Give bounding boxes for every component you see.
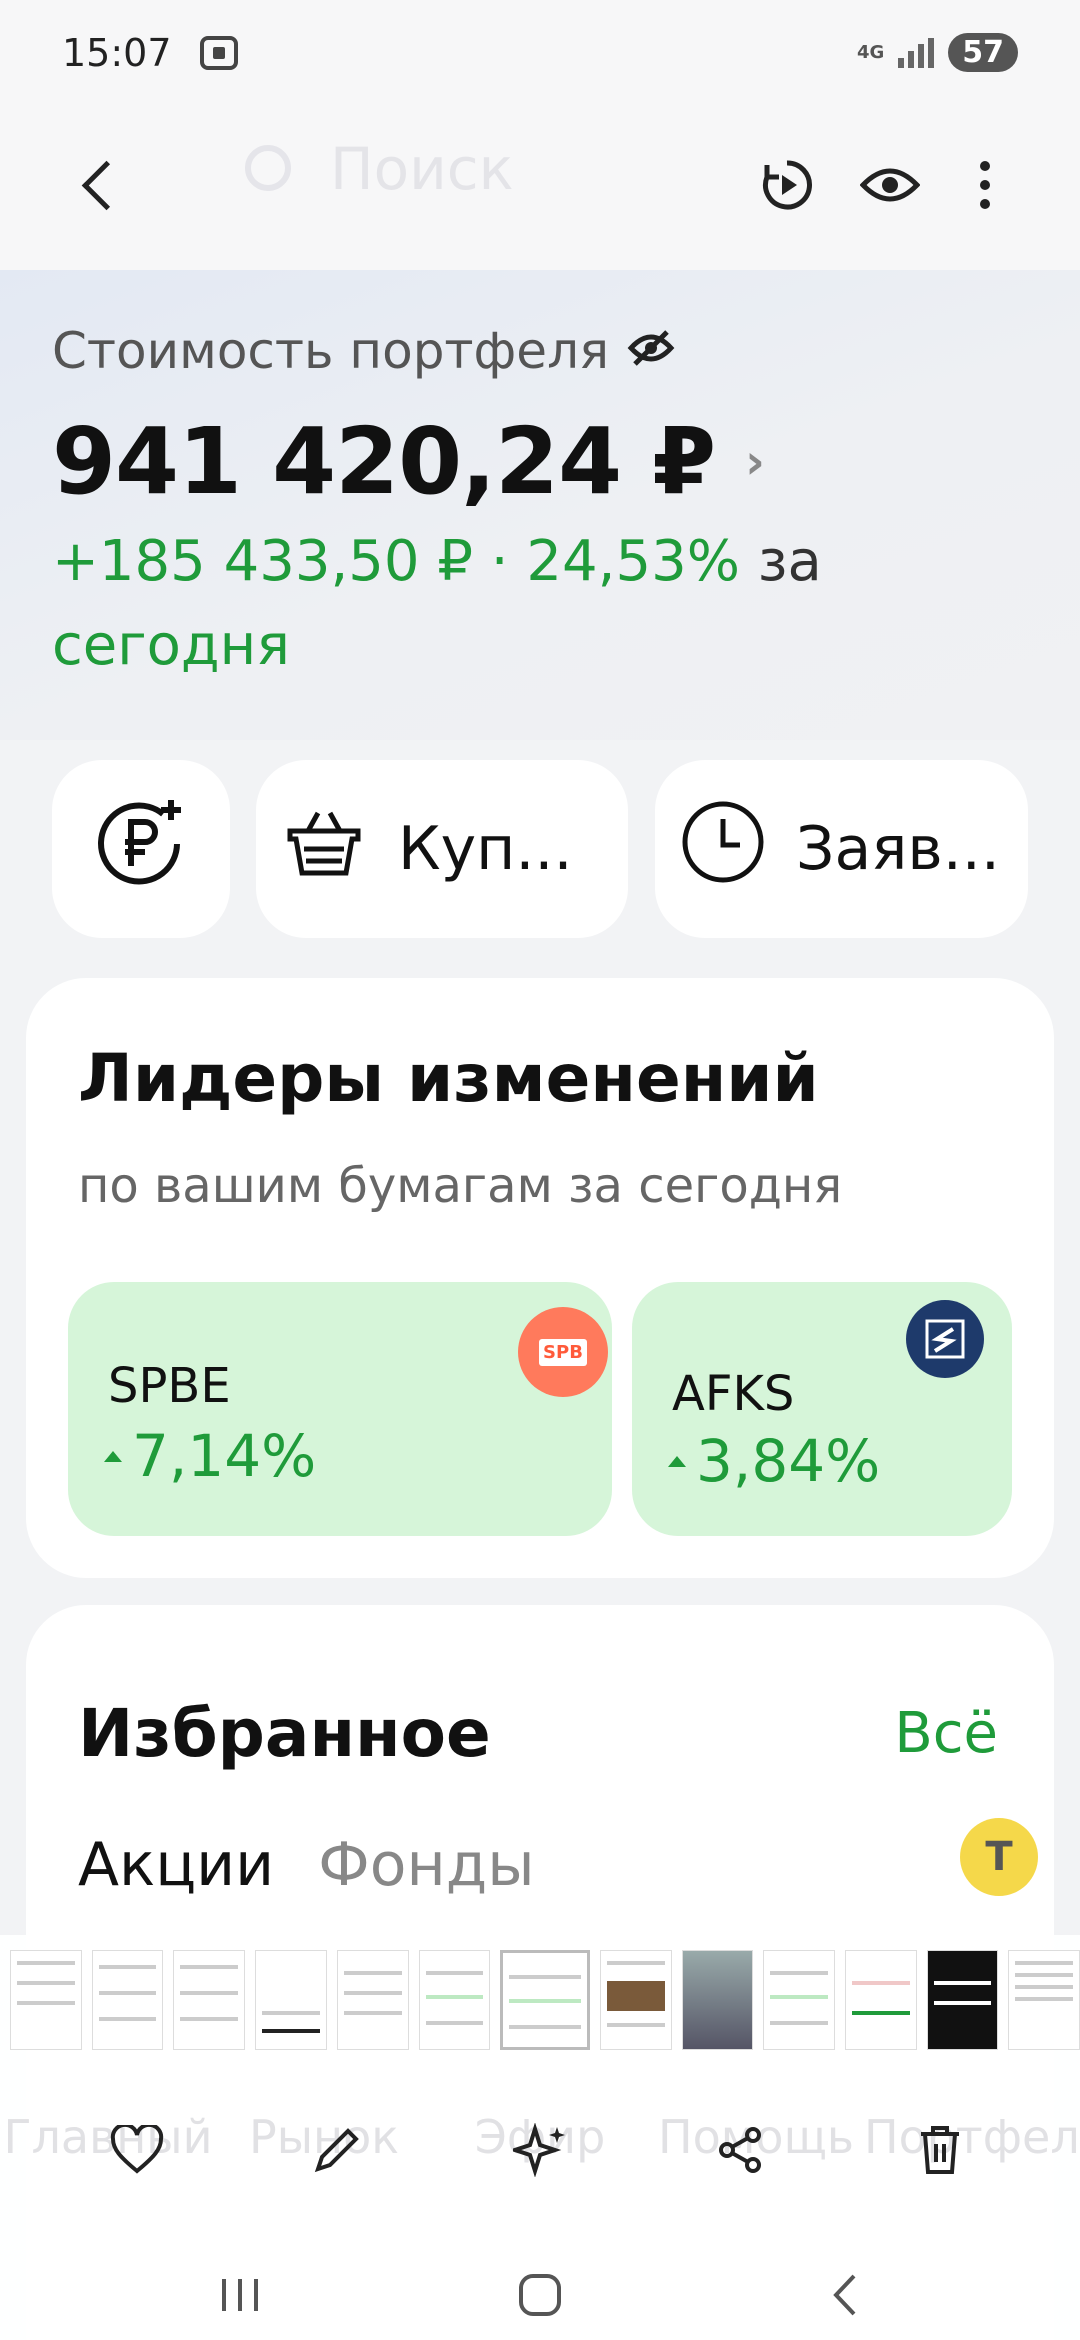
tab-funds[interactable]: Фонды xyxy=(318,1830,534,1900)
leaders-subtitle: по вашим бумагам за сегодня xyxy=(78,1158,843,1214)
replay-icon[interactable] xyxy=(752,150,822,220)
orders-button[interactable]: Заяв... xyxy=(655,760,1028,938)
arrow-up-icon xyxy=(668,1455,686,1467)
portfolio-change-suffix: за xyxy=(757,529,822,594)
buy-label: Куп... xyxy=(398,814,573,884)
ghost-search-placeholder: Поиск xyxy=(330,135,514,203)
arrow-up-icon xyxy=(104,1450,122,1462)
favorites-title: Избранное xyxy=(78,1695,491,1772)
clock-icon xyxy=(680,799,766,900)
thumbnail[interactable] xyxy=(255,1950,327,2050)
ruble-plus-icon xyxy=(93,794,189,905)
status-bar: 15:07 4G 57 xyxy=(0,0,1080,105)
signal-icon xyxy=(898,37,935,68)
thumbnail-selected[interactable] xyxy=(500,1950,590,2050)
spbe-logo-text: SPB xyxy=(539,1338,587,1366)
thumbnail[interactable] xyxy=(418,1950,491,2050)
top-app-bar: Поиск xyxy=(0,105,1080,270)
thumbnail[interactable] xyxy=(336,1950,409,2050)
thumbnail[interactable] xyxy=(91,1950,164,2050)
favorites-all-link[interactable]: Всё xyxy=(894,1701,998,1766)
network-type-label: 4G xyxy=(856,41,885,63)
recents-icon[interactable] xyxy=(205,2265,275,2325)
portfolio-change: +185 433,50 ₽ · 24,53% за сегодня xyxy=(52,520,912,688)
buy-button[interactable]: Куп... xyxy=(256,760,628,938)
system-nav-bar xyxy=(0,2245,1080,2340)
orders-label: Заяв... xyxy=(796,814,1000,884)
gallery-overlay: Главный Рынок Эфир Помощь Портфель xyxy=(0,1935,1080,2340)
portfolio-value-row[interactable]: 941 420,24 ₽ › xyxy=(52,408,765,515)
leader-change: 7,14% xyxy=(104,1422,316,1490)
system-back-icon[interactable] xyxy=(810,2265,880,2325)
text-extract-icon[interactable]: T xyxy=(960,1818,1038,1896)
eye-icon[interactable] xyxy=(855,150,925,220)
tab-stocks[interactable]: Акции xyxy=(78,1830,274,1900)
leader-tile-spbe[interactable]: SPB SPBE 7,14% xyxy=(68,1282,612,1536)
portfolio-label: Стоимость портфеля xyxy=(52,322,610,380)
thumbnail[interactable] xyxy=(1008,1950,1080,2050)
favorites-tabs: Акции Фонды xyxy=(78,1830,535,1900)
trash-icon[interactable] xyxy=(895,2105,985,2195)
leader-ticker: SPBE xyxy=(108,1358,231,1414)
thumbnail[interactable] xyxy=(10,1950,82,2050)
leader-change: 3,84% xyxy=(668,1427,880,1495)
battery-indicator: 57 xyxy=(948,33,1018,72)
leader-ticker: AFKS xyxy=(672,1366,795,1422)
thumbnail-strip[interactable] xyxy=(0,1950,1080,2060)
screenshot-icon xyxy=(199,35,238,70)
chevron-right-icon: › xyxy=(745,433,765,490)
spbe-logo: SPB xyxy=(518,1307,608,1397)
portfolio-summary: Стоимость портфеля 941 420,24 ₽ › +185 4… xyxy=(0,270,1080,740)
sparkle-icon[interactable] xyxy=(495,2105,585,2195)
eye-off-icon[interactable] xyxy=(627,322,675,380)
heart-icon[interactable] xyxy=(92,2105,182,2195)
leader-change-value: 7,14% xyxy=(132,1422,317,1490)
leader-tile-afks[interactable]: AFKS 3,84% xyxy=(632,1282,1012,1536)
quick-actions: Куп... Заяв... xyxy=(0,760,1080,938)
share-icon[interactable] xyxy=(695,2105,785,2195)
thumbnail[interactable] xyxy=(926,1950,999,2050)
pencil-icon[interactable] xyxy=(292,2105,382,2195)
portfolio-label-row: Стоимость портфеля xyxy=(52,322,675,380)
back-button[interactable] xyxy=(60,145,140,225)
leaders-card: Лидеры изменений по вашим бумагам за сег… xyxy=(26,978,1054,1578)
afks-logo xyxy=(906,1300,984,1378)
portfolio-change-period: сегодня xyxy=(52,613,290,678)
thumbnail[interactable] xyxy=(599,1950,672,2050)
status-indicators: 4G 57 xyxy=(857,33,1018,72)
thumbnail[interactable] xyxy=(844,1950,917,2050)
portfolio-value: 941 420,24 ₽ xyxy=(52,408,716,515)
top-up-button[interactable] xyxy=(52,760,230,938)
thumbnail[interactable] xyxy=(681,1950,754,2050)
thumbnail[interactable] xyxy=(173,1950,246,2050)
basket-icon xyxy=(286,807,362,892)
more-options-icon[interactable] xyxy=(950,150,1020,220)
leader-change-value: 3,84% xyxy=(696,1427,881,1495)
ghost-search-icon xyxy=(245,145,291,191)
gallery-action-bar xyxy=(0,2105,1080,2195)
portfolio-change-value: +185 433,50 ₽ · 24,53% xyxy=(52,529,740,594)
home-icon[interactable] xyxy=(505,2265,575,2325)
leaders-title: Лидеры изменений xyxy=(78,1040,819,1117)
thumbnail[interactable] xyxy=(763,1950,835,2050)
status-time: 15:07 xyxy=(62,30,172,75)
